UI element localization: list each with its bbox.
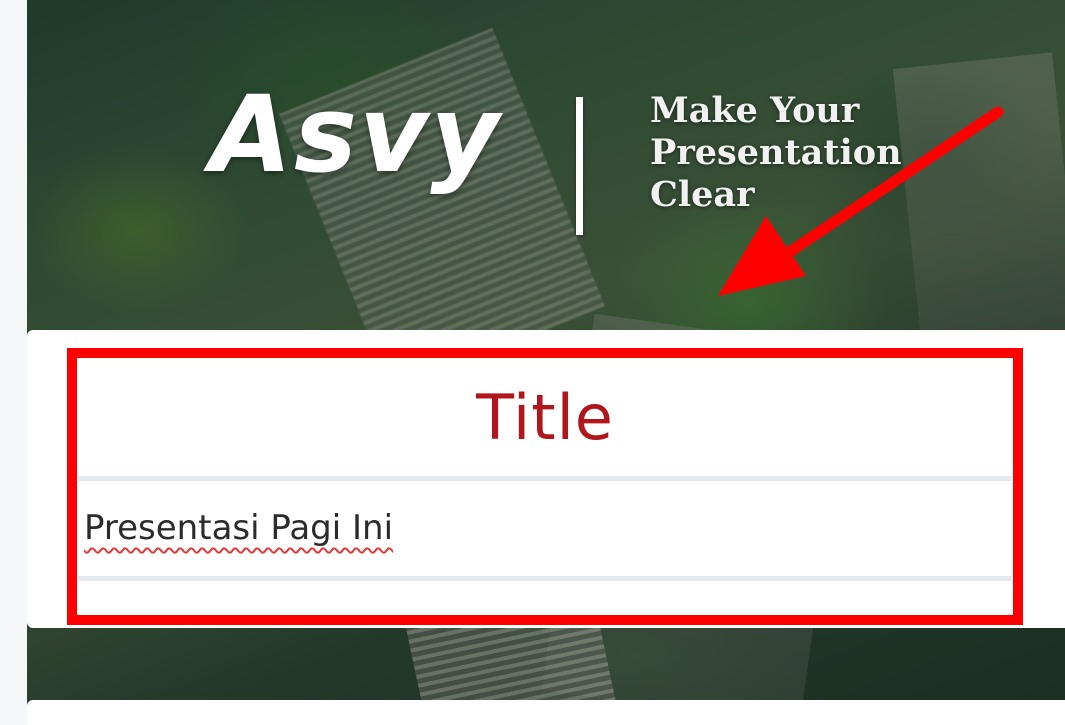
section-title: Title — [476, 380, 614, 454]
logo: Asvy — [210, 73, 502, 196]
next-card — [27, 700, 1065, 725]
logo-divider — [576, 97, 583, 235]
annotation-arrow-icon — [718, 106, 1004, 296]
left-gutter — [0, 0, 27, 725]
field-bottom-border — [78, 576, 1011, 581]
card-header: Title — [80, 358, 1010, 476]
title-input[interactable] — [78, 481, 1011, 576]
app-stage: Asvy Make Your Presentation Clear Title … — [0, 0, 1065, 725]
